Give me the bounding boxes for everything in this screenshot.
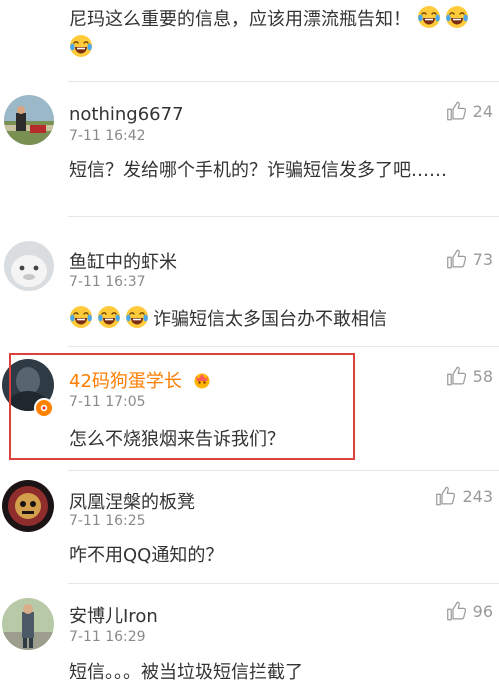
comment-body: 短信？发给哪个手机的？诈骗短信发多了吧…… xyxy=(69,160,447,181)
like-count: 96 xyxy=(472,601,493,621)
thumbs-up-icon xyxy=(436,486,456,506)
like-button[interactable]: 243 xyxy=(435,485,493,507)
username[interactable]: 凤凰涅槃的板凳 xyxy=(69,488,195,514)
thumbs-up-icon xyxy=(446,249,466,269)
username[interactable]: 鱼缸中的虾米 xyxy=(69,248,177,274)
comment-body: 尼玛这么重要的信息，应该用漂流瓶告知！ xyxy=(69,5,481,63)
thumbs-up-icon xyxy=(446,101,466,121)
thumbs-up-icon xyxy=(446,601,466,621)
username[interactable]: nothing6677 xyxy=(69,104,184,125)
laugh-cry-emoji-icon xyxy=(70,306,92,328)
like-button[interactable]: 73 xyxy=(446,248,493,270)
comment-item: nothing6677 7-11 16:42 24 短信？发给哪个手机的？诈骗短… xyxy=(0,82,499,216)
like-count: 58 xyxy=(472,366,493,386)
highlight-box xyxy=(9,353,355,460)
thumbs-up-icon xyxy=(446,366,466,386)
avatar[interactable] xyxy=(4,241,54,291)
avatar[interactable] xyxy=(2,598,54,650)
laugh-cry-emoji-icon xyxy=(417,6,440,28)
like-count: 243 xyxy=(462,486,493,506)
timestamp: 7-11 16:42 xyxy=(69,128,146,144)
comment-item: 尼玛这么重要的信息，应该用漂流瓶告知！ xyxy=(0,0,499,82)
like-count: 24 xyxy=(472,101,493,121)
like-count: 73 xyxy=(472,249,493,269)
like-button[interactable]: 96 xyxy=(446,600,493,622)
laugh-cry-emoji-icon xyxy=(70,35,92,57)
laugh-cry-emoji-icon xyxy=(98,306,120,328)
comment-item: 凤凰涅槃的板凳 7-11 16:25 243 咋不用QQ通知的？ xyxy=(0,471,499,584)
comment-item: 鱼缸中的虾米 7-11 16:37 73 诈骗短信太多国台办不敢相信 xyxy=(0,217,499,347)
avatar[interactable] xyxy=(2,480,54,532)
like-button[interactable]: 58 xyxy=(446,365,493,387)
username[interactable]: 安博儿Iron xyxy=(69,602,158,628)
laugh-cry-emoji-icon xyxy=(126,306,148,328)
comment-item: 安博儿Iron 7-11 16:29 96 短信。。。被当垃圾短信拦截了 xyxy=(0,584,499,699)
comment-body: 短信。。。被当垃圾短信拦截了 xyxy=(69,662,303,683)
like-button[interactable]: 24 xyxy=(446,100,493,122)
laugh-cry-emoji-icon xyxy=(445,6,468,28)
comment-body: 咋不用QQ通知的？ xyxy=(69,545,224,566)
timestamp: 7-11 16:37 xyxy=(69,274,146,290)
laugh-cry-emoji-icon xyxy=(69,306,153,330)
avatar[interactable] xyxy=(4,95,54,145)
timestamp: 7-11 16:25 xyxy=(69,513,146,529)
timestamp: 7-11 16:29 xyxy=(69,629,146,645)
comment-body: 诈骗短信太多国台办不敢相信 xyxy=(69,305,481,334)
